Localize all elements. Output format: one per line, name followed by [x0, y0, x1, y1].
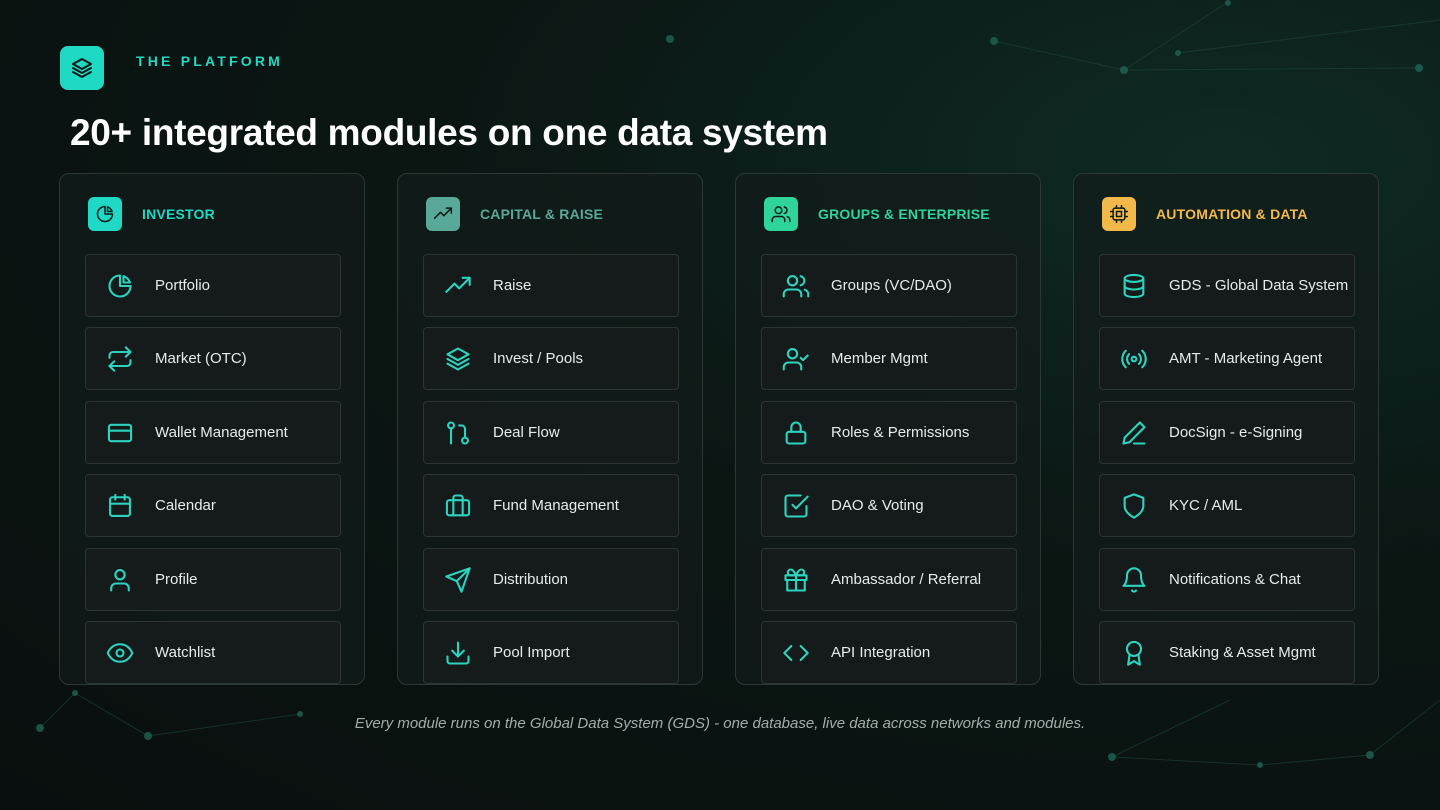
trending-up-icon: [444, 272, 472, 300]
column-title: INVESTOR: [142, 206, 215, 222]
module-label: Roles & Permissions: [831, 424, 970, 441]
module-label: Wallet Management: [155, 424, 288, 441]
module-item-calendar[interactable]: Calendar: [85, 474, 341, 537]
module-label: Market (OTC): [155, 350, 247, 367]
module-item-notifications-chat[interactable]: Notifications & Chat: [1099, 548, 1355, 611]
module-label: DocSign - e-Signing: [1169, 424, 1303, 441]
column-header: INVESTOR: [88, 197, 215, 231]
module-item-pool-import[interactable]: Pool Import: [423, 621, 679, 684]
column-header: CAPITAL & RAISE: [426, 197, 603, 231]
module-item-kyc-aml[interactable]: KYC / AML: [1099, 474, 1355, 537]
layers-icon: [72, 58, 92, 78]
module-item-dao-voting[interactable]: DAO & Voting: [761, 474, 1017, 537]
module-label: Profile: [155, 571, 198, 588]
platform-logo: [60, 46, 104, 90]
footer-note: Every module runs on the Global Data Sys…: [354, 715, 1086, 732]
module-label: Ambassador / Referral: [831, 571, 982, 588]
page-title: 20+ integrated modules on one data syste…: [70, 112, 828, 153]
database-icon: [1120, 272, 1148, 300]
module-label: Pool Import: [493, 644, 570, 661]
section-eyebrow: THE PLATFORM: [136, 53, 284, 69]
column-title: GROUPS & ENTERPRISE: [818, 206, 990, 222]
column-title: AUTOMATION & DATA: [1156, 206, 1308, 222]
module-label: Fund Management: [493, 497, 619, 514]
radio-icon: [1120, 345, 1148, 373]
credit-card-icon: [106, 419, 134, 447]
module-item-watchlist[interactable]: Watchlist: [85, 621, 341, 684]
module-item-wallet-management[interactable]: Wallet Management: [85, 401, 341, 464]
module-column-investor: INVESTOR Portfolio Market (OTC) Wallet Mana…: [59, 173, 365, 685]
pie-chart-icon: [96, 205, 114, 223]
module-item-api-integration[interactable]: API Integration: [761, 621, 1017, 684]
module-item-member-mgmt[interactable]: Member Mgmt: [761, 327, 1017, 390]
module-label: Groups (VC/DAO): [831, 277, 952, 294]
award-icon: [1120, 639, 1148, 667]
trending-up-icon: [433, 207, 453, 219]
pen-icon: [1120, 419, 1148, 447]
user-check-icon: [782, 345, 810, 373]
module-item-gds-global-data-system[interactable]: GDS - Global Data System: [1099, 254, 1355, 317]
layers-icon: [444, 345, 472, 373]
module-item-fund-management[interactable]: Fund Management: [423, 474, 679, 537]
column-badge: [764, 197, 798, 231]
gift-icon: [782, 566, 810, 594]
user-icon: [106, 566, 134, 594]
cpu-icon: [1109, 204, 1129, 224]
column-badge: [88, 197, 122, 231]
module-item-groups-vc-dao[interactable]: Groups (VC/DAO): [761, 254, 1017, 317]
download-icon: [444, 639, 472, 667]
column-header: GROUPS & ENTERPRISE: [764, 197, 990, 231]
module-column-capital-raise: CAPITAL & RAISE Raise Invest / Pools Deal F…: [397, 173, 703, 685]
eye-icon: [106, 639, 134, 667]
module-label: Watchlist: [155, 644, 216, 661]
bell-icon: [1120, 566, 1148, 594]
module-column-groups-enterprise: GROUPS & ENTERPRISE Groups (VC/DAO) Member…: [735, 173, 1041, 685]
module-label: Staking & Asset Mgmt: [1169, 644, 1316, 661]
calendar-icon: [106, 492, 134, 520]
module-label: Portfolio: [155, 277, 211, 294]
module-item-roles-permissions[interactable]: Roles & Permissions: [761, 401, 1017, 464]
module-label: Member Mgmt: [831, 350, 928, 367]
lock-icon: [782, 419, 810, 447]
repeat-icon: [106, 345, 134, 373]
module-item-docsign-e-signing[interactable]: DocSign - e-Signing: [1099, 401, 1355, 464]
module-label: AMT - Marketing Agent: [1169, 350, 1323, 367]
code-icon: [782, 639, 810, 667]
module-column-automation-data: AUTOMATION & DATA GDS - Global Data Syste…: [1073, 173, 1379, 685]
users-icon: [771, 206, 791, 223]
module-item-invest-pools[interactable]: Invest / Pools: [423, 327, 679, 390]
users-icon: [782, 272, 810, 300]
module-label: Distribution: [493, 571, 569, 588]
module-item-staking-asset-mgmt[interactable]: Staking & Asset Mgmt: [1099, 621, 1355, 684]
module-item-ambassador-referral[interactable]: Ambassador / Referral: [761, 548, 1017, 611]
module-label: Deal Flow: [493, 424, 560, 441]
column-header: AUTOMATION & DATA: [1102, 197, 1308, 231]
module-label: DAO & Voting: [831, 497, 924, 514]
pie-chart-icon: [106, 272, 134, 300]
module-item-portfolio[interactable]: Portfolio: [85, 254, 341, 317]
column-badge: [426, 197, 460, 231]
module-item-market-otc[interactable]: Market (OTC): [85, 327, 341, 390]
module-item-profile[interactable]: Profile: [85, 548, 341, 611]
module-label: Raise: [493, 277, 532, 294]
module-item-amt-marketing-agent[interactable]: AMT - Marketing Agent: [1099, 327, 1355, 390]
module-item-deal-flow[interactable]: Deal Flow: [423, 401, 679, 464]
module-label: Calendar: [155, 497, 216, 514]
column-badge: [1102, 197, 1136, 231]
module-label: API Integration: [831, 644, 931, 661]
check-square-icon: [782, 492, 810, 520]
module-item-raise[interactable]: Raise: [423, 254, 679, 317]
column-title: CAPITAL & RAISE: [480, 206, 604, 222]
shield-icon: [1120, 492, 1148, 520]
git-pull-request-icon: [444, 419, 472, 447]
module-label: GDS - Global Data System: [1169, 277, 1349, 294]
send-icon: [444, 566, 472, 594]
module-label: Notifications & Chat: [1169, 571, 1301, 588]
briefcase-icon: [444, 492, 472, 520]
module-item-distribution[interactable]: Distribution: [423, 548, 679, 611]
module-label: Invest / Pools: [493, 350, 584, 367]
module-label: KYC / AML: [1169, 497, 1243, 514]
